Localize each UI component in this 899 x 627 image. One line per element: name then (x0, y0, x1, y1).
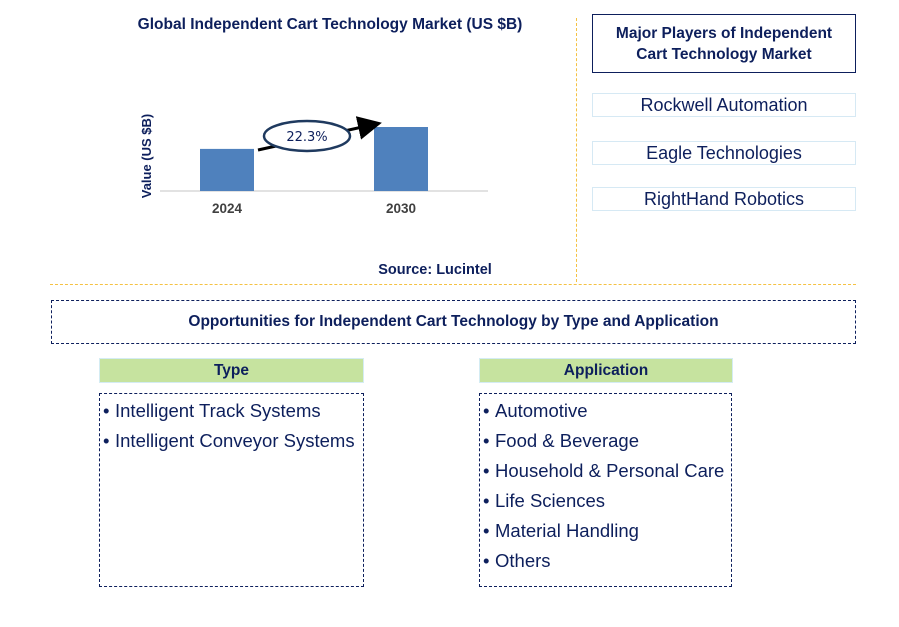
x-tick-label: 2030 (386, 201, 416, 216)
list-item-label: Food & Beverage (495, 430, 639, 451)
list-item-label: Others (495, 550, 551, 571)
horizontal-divider (50, 284, 856, 285)
player-item: Rockwell Automation (592, 93, 856, 117)
bullet-icon: • (483, 490, 490, 511)
list-item: • Intelligent Track Systems (103, 396, 363, 426)
market-bar-chart: Value (US $B) 2024 2030 22.3% (139, 114, 488, 216)
y-axis-label: Value (US $B) (139, 114, 154, 199)
bullet-icon: • (483, 550, 490, 571)
application-list: • Automotive • Food & Beverage • Household & … (479, 393, 732, 587)
x-tick-labels: 2024 2030 (212, 201, 416, 216)
bullet-icon: • (483, 520, 490, 541)
opportunities-banner: Opportunities for Independent Cart Techn… (51, 300, 856, 344)
players-header: Major Players of Independent Cart Techno… (592, 14, 856, 73)
chart-title: Global Independent Cart Technology Marke… (137, 16, 523, 33)
list-item-label: Intelligent Track Systems (115, 400, 321, 421)
x-tick-label: 2024 (212, 201, 243, 216)
list-item-label: Life Sciences (495, 490, 606, 511)
list-item: • Intelligent Conveyor Systems (103, 426, 363, 456)
players-header-line-2: Cart Technology Market (636, 45, 812, 63)
bullet-icon: • (483, 430, 490, 451)
bullet-icon: • (483, 400, 490, 421)
vertical-divider (576, 18, 577, 282)
type-list: • Intelligent Track Systems • Intelligent C… (99, 393, 364, 587)
list-item-label: Material Handling (495, 520, 639, 541)
list-item-label: Intelligent Conveyor Systems (115, 430, 355, 451)
player-item: RightHand Robotics (592, 187, 856, 211)
player-item: Eagle Technologies (592, 141, 856, 165)
bullet-icon: • (103, 400, 110, 421)
bar-2030 (374, 127, 428, 191)
list-item-label: Household & Personal Care (495, 460, 725, 481)
list-item: • Food & Beverage (483, 426, 731, 456)
application-header: Application (479, 358, 733, 383)
bullet-icon: • (483, 460, 490, 481)
bullet-icon: • (103, 430, 110, 451)
bar-2024 (200, 148, 254, 191)
players-header-line-1: Major Players of Independent (615, 24, 833, 42)
list-item: • Others (483, 546, 731, 576)
type-header: Type (99, 358, 364, 383)
list-item-label: Automotive (495, 400, 588, 421)
list-item: • Household & Personal Care (483, 456, 731, 486)
list-item: • Life Sciences (483, 486, 731, 516)
list-item: • Automotive (483, 396, 731, 426)
cagr-label: 22.3% (286, 130, 327, 145)
list-item: • Material Handling (483, 516, 731, 546)
source-label: Source: Lucintel (378, 262, 492, 278)
cagr-annotation: 22.3% (257, 116, 382, 153)
